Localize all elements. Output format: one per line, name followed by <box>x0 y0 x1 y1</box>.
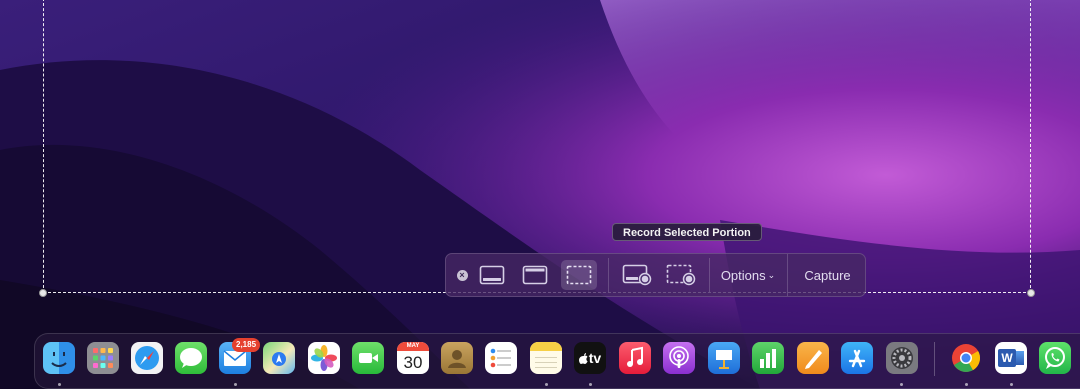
record-entire-screen-button[interactable] <box>620 260 654 290</box>
chevron-down-icon: ⌄ <box>767 269 776 280</box>
podcasts-icon[interactable] <box>663 342 695 374</box>
running-indicator <box>965 383 968 386</box>
toolbar-divider <box>787 254 788 296</box>
close-toolbar-button[interactable]: × <box>454 267 470 283</box>
running-indicator <box>545 383 548 386</box>
maps-icon[interactable] <box>263 342 295 374</box>
selection-resize-handle-bottom-left[interactable] <box>39 289 47 297</box>
pages-icon[interactable] <box>797 342 829 374</box>
system-preferences-icon[interactable] <box>886 342 918 374</box>
mail-unread-badge: 2,185 <box>232 338 261 352</box>
capture-selected-window-icon <box>522 265 548 285</box>
capture-selected-portion-button[interactable] <box>561 260 597 290</box>
numbers-icon[interactable] <box>752 342 784 374</box>
whatsapp-icon[interactable] <box>1039 342 1071 374</box>
close-icon: × <box>456 269 468 281</box>
chrome-icon[interactable] <box>950 342 982 374</box>
word-icon[interactable]: W <box>995 342 1027 374</box>
options-label: Options <box>720 267 766 283</box>
messages-icon[interactable] <box>175 342 207 374</box>
selection-resize-handle-bottom-right[interactable] <box>1027 289 1035 297</box>
capture-entire-screen-button[interactable] <box>476 260 508 290</box>
calendar-day: 30 <box>403 353 423 372</box>
capture-selection-rectangle[interactable] <box>43 0 1031 293</box>
finder-icon[interactable] <box>43 342 75 374</box>
capture-selected-portion-icon <box>566 265 592 285</box>
safari-icon[interactable] <box>131 342 163 374</box>
apple-tv-label: tv <box>588 350 602 366</box>
music-icon[interactable] <box>619 342 651 374</box>
record-entire-screen-icon <box>622 264 652 286</box>
dock-separator <box>934 342 935 376</box>
tooltip: Record Selected Portion <box>612 223 762 241</box>
capture-button[interactable]: Capture <box>789 254 866 296</box>
photos-icon[interactable] <box>308 342 340 374</box>
calendar-month: MAY <box>397 342 429 351</box>
options-menu-button[interactable]: Options ⌄ <box>716 260 780 290</box>
notes-icon[interactable] <box>530 342 562 374</box>
launchpad-icon[interactable] <box>87 342 119 374</box>
reminders-icon[interactable] <box>485 342 517 374</box>
toolbar-divider <box>608 258 609 292</box>
running-indicator <box>1010 383 1013 386</box>
calendar-icon[interactable]: MAY 30 <box>397 342 429 374</box>
running-indicator <box>589 383 592 386</box>
screenshot-toolbar: × Options ⌄ Capture <box>445 253 866 297</box>
running-indicator <box>234 383 237 386</box>
facetime-icon[interactable] <box>352 342 384 374</box>
word-letter: W <box>998 349 1016 367</box>
record-selected-portion-button[interactable] <box>664 260 698 290</box>
record-selected-portion-icon <box>666 264 696 286</box>
capture-selected-window-button[interactable] <box>519 260 551 290</box>
app-store-icon[interactable] <box>841 342 873 374</box>
keynote-icon[interactable] <box>708 342 740 374</box>
apple-tv-icon[interactable]: tv <box>574 342 606 374</box>
contacts-icon[interactable] <box>441 342 473 374</box>
running-indicator <box>900 383 903 386</box>
capture-entire-screen-icon <box>479 265 505 285</box>
running-indicator <box>58 383 61 386</box>
toolbar-divider <box>709 258 710 292</box>
